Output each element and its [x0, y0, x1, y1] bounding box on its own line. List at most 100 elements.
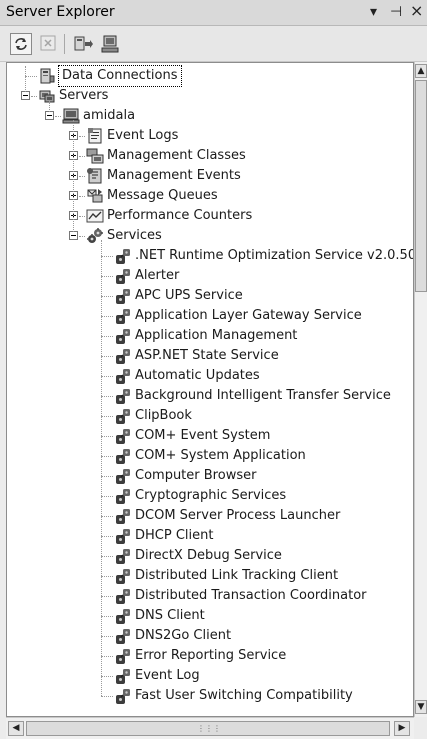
refresh-button[interactable]	[10, 33, 32, 55]
service-item[interactable]: Computer Browser	[7, 466, 413, 486]
tree-node-label: ClipBook	[135, 408, 192, 423]
tree-connector-line	[101, 476, 113, 477]
tree-connector-line	[79, 156, 85, 157]
service-item[interactable]: Cryptographic Services	[7, 486, 413, 506]
service-item[interactable]: Background Intelligent Transfer Service	[7, 386, 413, 406]
tree-node-management-classes[interactable]: Management Classes	[7, 146, 413, 166]
service-icon	[114, 347, 132, 365]
service-item[interactable]: APC UPS Service	[7, 286, 413, 306]
title-bar: Server Explorer ▾ ⊣ ×	[0, 0, 427, 26]
service-icon	[114, 627, 132, 645]
service-item[interactable]: Distributed Link Tracking Client	[7, 566, 413, 586]
servers-icon	[38, 87, 56, 105]
tree-node-amidala[interactable]: amidala	[7, 106, 413, 126]
tree-node-label: Management Events	[107, 168, 241, 183]
data-connections-icon	[38, 67, 56, 85]
tree-connector-line	[101, 616, 113, 617]
tree-node-label: Error Reporting Service	[135, 648, 287, 663]
service-item[interactable]: DHCP Client	[7, 526, 413, 546]
toolbar	[0, 26, 427, 62]
tree-node-label: APC UPS Service	[135, 288, 243, 303]
service-icon	[114, 607, 132, 625]
tree-node-label: Management Classes	[107, 148, 246, 163]
tree-node-data-connections[interactable]: Data Connections	[7, 65, 413, 87]
service-item[interactable]: .NET Runtime Optimization Service v2.0.5…	[7, 246, 413, 266]
close-icon[interactable]: ×	[410, 2, 423, 20]
horizontal-scrollbar[interactable]: ◀ ⋮⋮⋮ ▶	[6, 717, 414, 739]
tree-node-label: Services	[107, 228, 162, 243]
scroll-left-button[interactable]: ◀	[8, 721, 24, 736]
server-tree[interactable]: Data Connections Servers amidala Event Logs…	[6, 62, 414, 717]
collapse-toggle-icon[interactable]	[21, 91, 30, 100]
tree-connector-line	[101, 416, 113, 417]
window-position-dropdown-icon[interactable]: ▾	[370, 3, 377, 21]
scroll-right-button[interactable]: ▶	[394, 721, 410, 736]
tree-connector-line	[55, 116, 61, 117]
connect-to-server-button[interactable]	[100, 33, 122, 55]
tree-connector-line	[101, 296, 113, 297]
tree-node-label: Fast User Switching Compatibility	[135, 688, 353, 703]
tree-node-label: COM+ Event System	[135, 428, 271, 443]
service-item[interactable]: Automatic Updates	[7, 366, 413, 386]
service-item[interactable]: DCOM Server Process Launcher	[7, 506, 413, 526]
collapse-toggle-icon[interactable]	[69, 231, 78, 240]
tree-node-management-events[interactable]: Management Events	[7, 166, 413, 186]
collapse-toggle-icon[interactable]	[45, 111, 54, 120]
scroll-down-button[interactable]: ▼	[415, 700, 427, 714]
service-item[interactable]: ClipBook	[7, 406, 413, 426]
service-icon	[114, 647, 132, 665]
management-events-icon	[86, 167, 104, 185]
management-classes-icon	[86, 147, 104, 165]
server-explorer-panel: Server Explorer ▾ ⊣ × Data Connections S…	[0, 0, 427, 739]
auto-hide-pin-icon[interactable]: ⊣	[390, 3, 402, 21]
stop-refresh-button[interactable]	[38, 33, 60, 55]
tree-node-label: DNS Client	[135, 608, 205, 623]
stop-icon	[40, 35, 56, 51]
tree-node-label: Data Connections	[58, 65, 182, 87]
service-icon	[114, 667, 132, 685]
service-icon	[114, 367, 132, 385]
scroll-grip: ⋮⋮⋮	[197, 724, 221, 733]
tree-node-label: ASP.NET State Service	[135, 348, 279, 363]
vertical-scroll-thumb[interactable]	[415, 80, 427, 292]
service-item[interactable]: Event Log	[7, 666, 413, 686]
service-icon	[114, 427, 132, 445]
tree-connector-line	[101, 316, 113, 317]
service-item[interactable]: Distributed Transaction Coordinator	[7, 586, 413, 606]
service-item[interactable]: ASP.NET State Service	[7, 346, 413, 366]
tree-connector-line	[101, 596, 113, 597]
tree-guide-line	[73, 120, 74, 232]
service-item[interactable]: Fast User Switching Compatibility	[7, 686, 413, 706]
tree-node-label: Automatic Updates	[135, 368, 260, 383]
service-item[interactable]: DirectX Debug Service	[7, 546, 413, 566]
tree-connector-line	[31, 96, 37, 97]
service-icon	[114, 407, 132, 425]
connect-to-database-button[interactable]	[72, 33, 94, 55]
tree-connector-line	[101, 496, 113, 497]
service-item[interactable]: COM+ System Application	[7, 446, 413, 466]
tree-node-label: Computer Browser	[135, 468, 257, 483]
service-item[interactable]: Error Reporting Service	[7, 646, 413, 666]
service-item[interactable]: COM+ Event System	[7, 426, 413, 446]
vertical-scrollbar[interactable]: ▲ ▼	[414, 62, 427, 717]
tree-node-label: Application Management	[135, 328, 298, 343]
tree-node-label: Application Layer Gateway Service	[135, 308, 362, 323]
service-item[interactable]: Application Management	[7, 326, 413, 346]
service-item[interactable]: DNS2Go Client	[7, 626, 413, 646]
tree-connector-line	[79, 136, 85, 137]
horizontal-scroll-thumb[interactable]: ⋮⋮⋮	[26, 721, 390, 736]
tree-node-services[interactable]: Services	[7, 226, 413, 246]
tree-guide-line	[25, 66, 26, 92]
tree-node-servers[interactable]: Servers	[7, 86, 413, 106]
tree-node-event-logs[interactable]: Event Logs	[7, 126, 413, 146]
message-queues-icon	[86, 187, 104, 205]
service-item[interactable]: Alerter	[7, 266, 413, 286]
tree-node-message-queues[interactable]: Message Queues	[7, 186, 413, 206]
service-item[interactable]: Application Layer Gateway Service	[7, 306, 413, 326]
scroll-up-button[interactable]: ▲	[415, 64, 427, 78]
tree-connector-line	[101, 636, 113, 637]
tree-node-performance-counters[interactable]: Performance Counters	[7, 206, 413, 226]
service-item[interactable]: DNS Client	[7, 606, 413, 626]
tree-connector-line	[101, 696, 113, 697]
connect-server-icon	[101, 35, 119, 53]
